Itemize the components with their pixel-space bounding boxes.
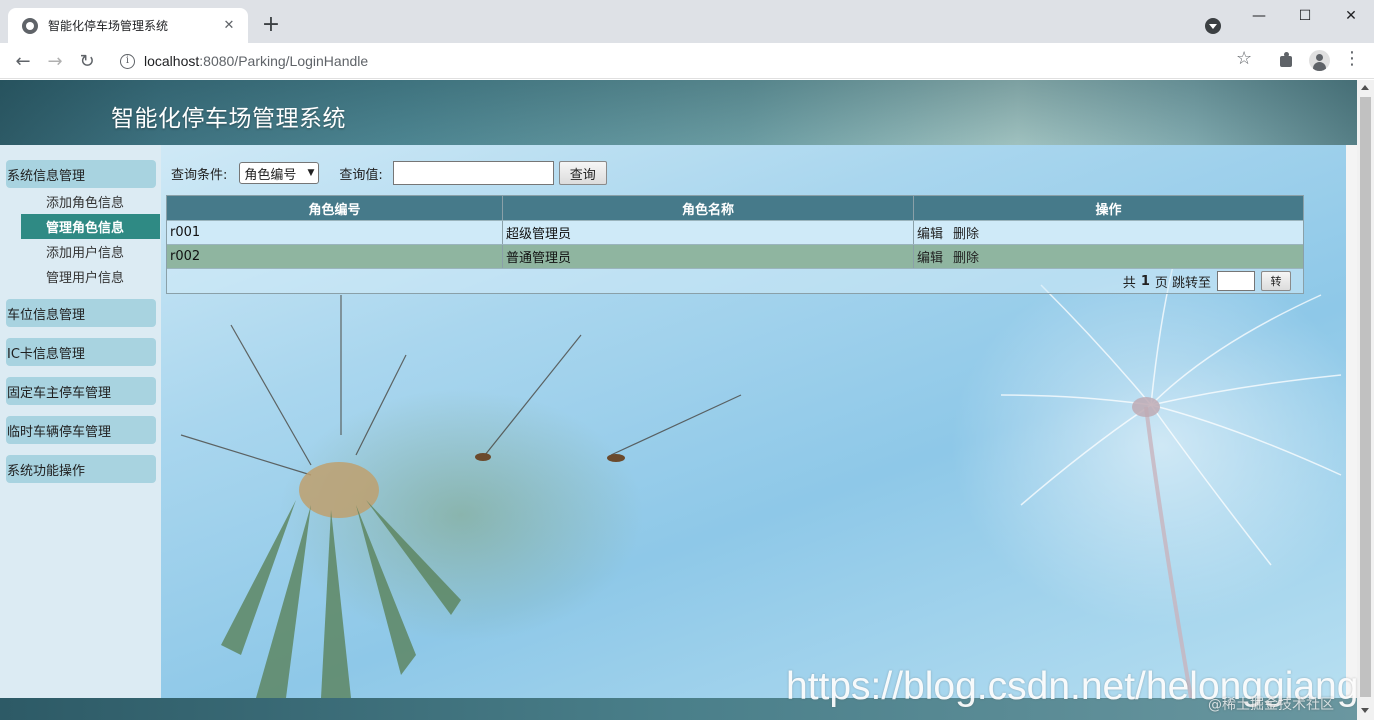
sidebar-item-manage-user[interactable]: 管理用户信息 [21,264,160,289]
query-condition-value: 角色编号 [244,167,297,183]
query-condition-select[interactable]: 角色编号 ▼ [239,162,320,184]
globe-icon [22,17,38,34]
pager-total: 1 [1140,273,1150,289]
scrollbar-thumb[interactable] [1360,97,1371,697]
address-bar[interactable]: i localhost:8080/Parking/LoginHandle [110,47,1270,75]
browser-tab[interactable]: 智能化停车场管理系统 ✕ [8,8,248,43]
minimize-button[interactable]: — [1236,0,1282,32]
chevron-down-icon: ▼ [307,168,315,178]
back-button[interactable]: ← [10,48,36,74]
page-header: 智能化停车场管理系统 [0,80,1357,145]
forward-button[interactable]: → [42,48,68,74]
main-content: 查询条件: 角色编号 ▼ 查询值: 查询 角色编号 角色名称 操作 r001 超… [161,145,1346,698]
new-tab-button[interactable]: + [260,14,282,36]
cell-actions: 编辑 删除 [914,221,1303,244]
url-path: :8080/Parking/LoginHandle [199,53,369,69]
browser-toolbar: ← → ↻ i localhost:8080/Parking/LoginHand… [0,43,1374,79]
header-role-id: 角色编号 [167,196,503,220]
watermark-caption: @稀土掘金技术社区 [1208,697,1334,713]
tab-close-icon[interactable]: ✕ [220,17,238,35]
edit-link[interactable]: 编辑 [917,223,943,242]
scroll-up-icon[interactable] [1361,85,1369,90]
info-icon[interactable]: i [120,53,135,69]
cell-actions: 编辑 删除 [914,245,1303,268]
cell-role-id: r002 [167,245,503,268]
table-row: r001 超级管理员 编辑 删除 [167,220,1303,244]
sidebar-item-manage-role[interactable]: 管理角色信息 [21,214,160,239]
page-jump-input[interactable] [1217,271,1255,291]
delete-link[interactable]: 删除 [953,223,979,242]
sidebar-group-ic-card[interactable]: IC卡信息管理 [6,338,156,366]
query-bar: 查询条件: 角色编号 ▼ 查询值: 查询 [171,161,607,185]
sidebar-group-temp-vehicle[interactable]: 临时车辆停车管理 [6,416,156,444]
content-scroll-track [1346,145,1357,698]
delete-link[interactable]: 删除 [953,247,979,266]
tab-title: 智能化停车场管理系统 [48,19,169,33]
query-value-input[interactable] [392,161,554,185]
pager: 共 1 页 跳转至 转 [167,268,1303,293]
table-header: 角色编号 角色名称 操作 [167,196,1303,220]
query-condition-label: 查询条件: [171,167,228,183]
query-value-label: 查询值: [339,167,383,183]
bookmark-star-icon[interactable]: ☆ [1236,48,1252,69]
maximize-button[interactable]: ☐ [1282,0,1328,32]
sidebar-item-add-user[interactable]: 添加用户信息 [21,239,160,264]
edit-link[interactable]: 编辑 [917,247,943,266]
app-title: 智能化停车场管理系统 [111,106,346,132]
page-scrollbar[interactable] [1357,80,1374,720]
cell-role-name: 超级管理员 [503,221,914,244]
sidebar-group-fixed-owner[interactable]: 固定车主停车管理 [6,377,156,405]
browser-menu-icon[interactable]: ⋮ [1343,48,1361,69]
close-window-button[interactable]: ✕ [1328,0,1374,32]
reload-button[interactable]: ↻ [74,48,100,74]
query-button[interactable]: 查询 [558,161,607,185]
page-jump-button[interactable]: 转 [1261,271,1291,291]
scroll-down-icon[interactable] [1361,708,1369,713]
table-row: r002 普通管理员 编辑 删除 [167,244,1303,268]
tab-search-icon[interactable] [1205,18,1221,34]
sidebar-group-system-info[interactable]: 系统信息管理 [6,160,156,188]
extensions-icon[interactable] [1279,52,1295,68]
cell-role-name: 普通管理员 [503,245,914,268]
page-viewport: 智能化停车场管理系统 系统信息管理 添加角色信息 管理角色信息 添加用户信息 管… [0,80,1357,720]
sidebar-item-add-role[interactable]: 添加角色信息 [21,189,160,214]
browser-tab-strip: 智能化停车场管理系统 ✕ + — ☐ ✕ [0,0,1374,43]
sidebar: 系统信息管理 添加角色信息 管理角色信息 添加用户信息 管理用户信息 车位信息管… [0,145,161,698]
sidebar-group-parking-space[interactable]: 车位信息管理 [6,299,156,327]
sidebar-group-system-function[interactable]: 系统功能操作 [6,455,156,483]
header-actions: 操作 [1095,202,1122,218]
cell-role-id: r001 [167,221,503,244]
pager-prefix: 共 [1122,275,1136,291]
role-table: 角色编号 角色名称 操作 r001 超级管理员 编辑 删除 r002 普通管理员… [166,195,1304,294]
pager-suffix: 页 跳转至 [1154,275,1211,291]
profile-icon[interactable] [1309,50,1330,71]
header-role-name: 角色名称 [503,196,914,220]
url-host: localhost [144,53,200,69]
